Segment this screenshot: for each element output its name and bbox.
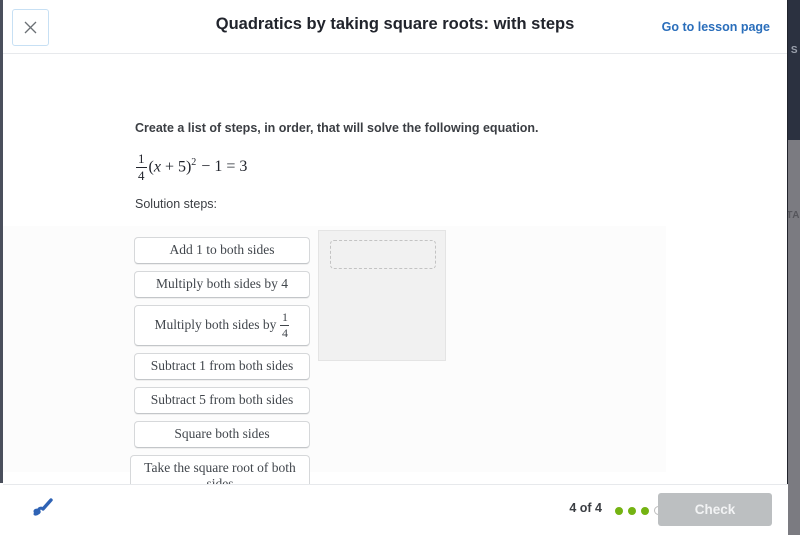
fraction-denominator: 4 xyxy=(138,167,145,183)
modal-header: Quadratics by taking square roots: with … xyxy=(3,0,787,54)
fraction-denominator: 4 xyxy=(281,326,288,340)
step-choice-label: Subtract 5 from both sides xyxy=(150,392,294,408)
equation-coefficient-fraction: 1 4 xyxy=(136,152,147,182)
page-root: S TA ACCOUNT Quadratics by taking square… xyxy=(0,0,800,535)
step-choice[interactable]: Multiply both sides by 4 xyxy=(134,271,310,298)
exercise-prompt: Create a list of steps, in order, that w… xyxy=(135,121,539,135)
step-choice-label: Multiply both sides by xyxy=(154,317,277,333)
equation-binomial: (x + 5)2 xyxy=(148,157,197,176)
equation-display: 1 4 (x + 5)2 − 1 = 3 xyxy=(136,151,247,183)
step-choice[interactable]: Multiply both sides by 1 4 xyxy=(134,305,310,346)
progress-dot-filled xyxy=(641,506,649,515)
progress-dot-filled xyxy=(615,506,623,515)
step-choice-label: Add 1 to both sides xyxy=(169,242,275,258)
dropzone-empty-slot[interactable] xyxy=(330,240,436,269)
go-to-lesson-link[interactable]: Go to lesson page xyxy=(662,20,770,34)
step-choice-list: Add 1 to both sides Multiply both sides … xyxy=(130,237,314,484)
exercise-body: Create a list of steps, in order, that w… xyxy=(3,54,787,484)
check-button[interactable]: Check xyxy=(658,493,772,526)
equation-exponent: 2 xyxy=(191,157,197,169)
progress-dots xyxy=(615,506,663,515)
step-choice[interactable]: Add 1 to both sides xyxy=(134,237,310,264)
solution-steps-label: Solution steps: xyxy=(135,197,217,211)
progress-text: 4 of 4 xyxy=(569,501,602,515)
fraction-numerator: 1 xyxy=(281,310,288,325)
exercise-modal: Quadratics by taking square roots: with … xyxy=(3,0,788,484)
background-right-label-top: S xyxy=(790,45,798,56)
step-choice-label: Multiply both sides by 4 xyxy=(155,276,288,292)
background-right-label-mid: TA xyxy=(786,210,800,221)
step-choice[interactable]: Subtract 5 from both sides xyxy=(134,387,310,414)
progress-dot-filled xyxy=(628,506,636,515)
bottom-bar: 4 of 4 Check xyxy=(3,484,788,535)
step-choice[interactable]: Take the square root of both sides xyxy=(130,455,310,484)
equation-remainder: − 1 = 3 xyxy=(201,158,248,175)
step-choice-label: Subtract 1 from both sides xyxy=(150,358,294,374)
step-choice-fraction: 1 4 xyxy=(280,310,290,340)
step-choice-label: Square both sides xyxy=(174,426,270,442)
step-choice-label: Take the square root of both sides xyxy=(144,460,296,484)
step-choice[interactable]: Subtract 1 from both sides xyxy=(134,353,310,380)
pencil-icon[interactable] xyxy=(29,498,55,527)
step-choice[interactable]: Square both sides xyxy=(134,421,310,448)
fraction-numerator: 1 xyxy=(138,150,145,166)
solution-dropzone-panel[interactable] xyxy=(318,230,446,361)
